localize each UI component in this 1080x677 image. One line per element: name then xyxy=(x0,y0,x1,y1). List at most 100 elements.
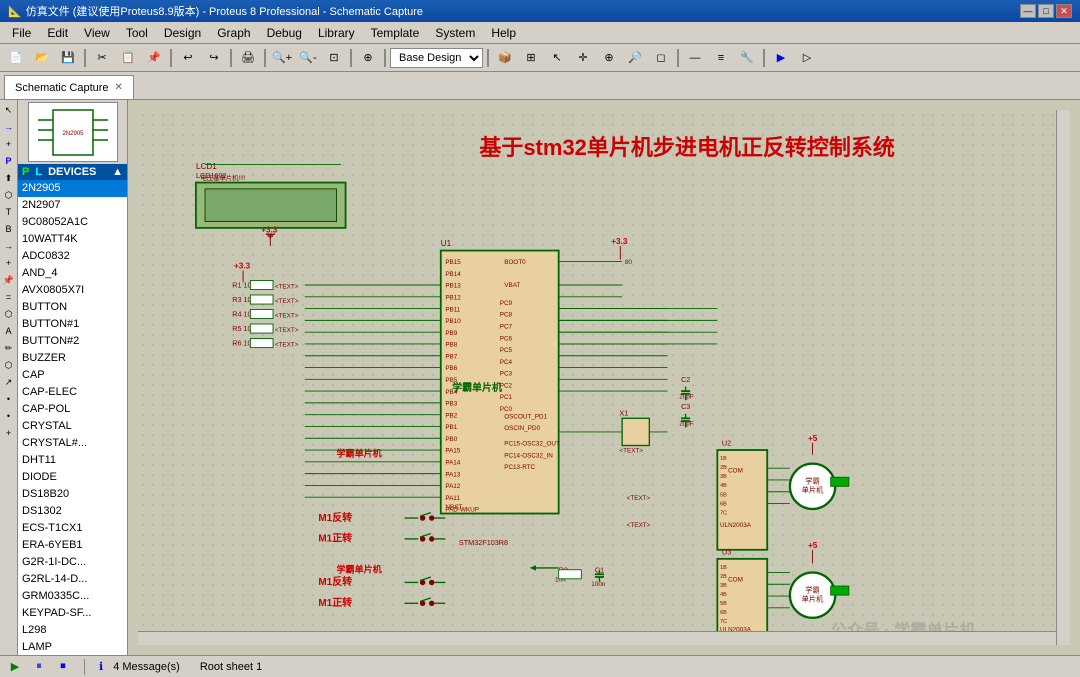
tb-undo[interactable]: ↩ xyxy=(176,47,200,69)
menu-tool[interactable]: Tool xyxy=(118,24,156,42)
device-item-10w[interactable]: 10WATT4K xyxy=(18,231,127,248)
tb-zoom-out[interactable]: 🔍- xyxy=(296,47,320,69)
menu-library[interactable]: Library xyxy=(310,24,363,42)
tb-nav[interactable]: ⊕ xyxy=(597,47,621,69)
device-item-g2rl[interactable]: G2RL-14-D... xyxy=(18,571,127,588)
tb-search[interactable]: 🔎 xyxy=(623,47,647,69)
lt-annot[interactable]: A xyxy=(1,323,17,339)
device-item-diode[interactable]: DIODE xyxy=(18,469,127,486)
lt-bus[interactable]: B xyxy=(1,221,17,237)
menu-help[interactable]: Help xyxy=(483,24,524,42)
device-item-9c[interactable]: 9C08052A1C xyxy=(18,214,127,231)
tb-copy[interactable]: 📋 xyxy=(116,47,140,69)
tb-zoom-area[interactable]: ◻ xyxy=(649,47,673,69)
tb-run[interactable]: ▷ xyxy=(795,47,819,69)
device-item-button2[interactable]: BUTTON#2 xyxy=(18,333,127,350)
menu-system[interactable]: System xyxy=(427,24,483,42)
device-item-ds18[interactable]: DS18B20 xyxy=(18,486,127,503)
lt-select[interactable]: ↖ xyxy=(1,102,17,118)
lt-wire[interactable]: → xyxy=(1,238,17,254)
lt-dot2[interactable]: • xyxy=(1,408,17,424)
lt-net[interactable]: ⬡ xyxy=(1,306,17,322)
lt-resistor[interactable]: = xyxy=(1,289,17,305)
device-item-cap-elec[interactable]: CAP-ELEC xyxy=(18,384,127,401)
device-item-2n2907[interactable]: 2N2907 xyxy=(18,197,127,214)
lt-cross2[interactable]: + xyxy=(1,425,17,441)
device-item-cap-pol[interactable]: CAP-POL xyxy=(18,401,127,418)
maximize-button[interactable]: □ xyxy=(1038,4,1054,18)
tb-bus[interactable]: ≡ xyxy=(709,47,733,69)
device-item-avx[interactable]: AVX0805X7I xyxy=(18,282,127,299)
minimize-button[interactable]: — xyxy=(1020,4,1036,18)
device-scroll-up[interactable]: ▲ xyxy=(112,166,123,178)
lt-label[interactable]: ⬆ xyxy=(1,170,17,186)
tb-print[interactable]: 🖨 xyxy=(236,47,260,69)
pause-button[interactable]: ⏸ xyxy=(32,660,46,674)
design-dropdown[interactable]: Base Design xyxy=(390,48,483,68)
lt-arrow2[interactable]: ↗ xyxy=(1,374,17,390)
tb-origin[interactable]: ⊕ xyxy=(356,47,380,69)
device-item-dht11[interactable]: DHT11 xyxy=(18,452,127,469)
play-button[interactable]: ▶ xyxy=(8,660,22,674)
tb-cut[interactable]: ✂ xyxy=(90,47,114,69)
tb-wire[interactable]: — xyxy=(683,47,707,69)
device-item-button1[interactable]: BUTTON#1 xyxy=(18,316,127,333)
tb-zoom-in[interactable]: 🔍+ xyxy=(270,47,294,69)
device-item-lamp[interactable]: LAMP xyxy=(18,639,127,655)
tab-close-icon[interactable]: ✕ xyxy=(115,82,123,93)
menu-design[interactable]: Design xyxy=(156,24,209,42)
menu-file[interactable]: File xyxy=(4,24,39,42)
menu-edit[interactable]: Edit xyxy=(39,24,76,42)
tb-arrow[interactable]: ↖ xyxy=(545,47,569,69)
device-item-g2r1i[interactable]: G2R-1I-DC... xyxy=(18,554,127,571)
tb-comp[interactable]: 🔧 xyxy=(735,47,759,69)
device-item-ds1302[interactable]: DS1302 xyxy=(18,503,127,520)
lt-power[interactable]: P xyxy=(1,153,17,169)
device-item-keypad[interactable]: KEYPAD-SF... xyxy=(18,605,127,622)
svg-text:PC0: PC0 xyxy=(500,406,513,413)
lt-cross[interactable]: + xyxy=(1,255,17,271)
menu-template[interactable]: Template xyxy=(363,24,428,42)
svg-text:PC3: PC3 xyxy=(500,371,513,378)
device-item-l298[interactable]: L298 xyxy=(18,622,127,639)
tb-simulate[interactable]: ▶ xyxy=(769,47,793,69)
lt-text[interactable]: T xyxy=(1,204,17,220)
device-item-and[interactable]: AND_4 xyxy=(18,265,127,282)
device-item-crystal[interactable]: CRYSTAL xyxy=(18,418,127,435)
lt-draw[interactable]: ✏ xyxy=(1,340,17,356)
tb-open[interactable]: 📂 xyxy=(30,47,54,69)
tb-zoom-fit[interactable]: ⊡ xyxy=(322,47,346,69)
tb-paste[interactable]: 📌 xyxy=(142,47,166,69)
device-item-grm[interactable]: GRM0335C... xyxy=(18,588,127,605)
schematic-canvas[interactable]: 基于stm32单片机步进电机正反转控制系统 LCD1 LCD1602 电压基单片… xyxy=(138,110,1070,645)
svg-text:<TEXT>: <TEXT> xyxy=(275,298,299,305)
device-item-crystal2[interactable]: CRYSTAL#... xyxy=(18,435,127,452)
tb-add-hw[interactable]: 📦 xyxy=(493,47,517,69)
tb-grid[interactable]: ⊞ xyxy=(519,47,543,69)
lt-dot1[interactable]: • xyxy=(1,391,17,407)
device-item-cap[interactable]: CAP xyxy=(18,367,127,384)
tb-save[interactable]: 💾 xyxy=(56,47,80,69)
lt-shape[interactable]: ⬡ xyxy=(1,357,17,373)
menu-graph[interactable]: Graph xyxy=(209,24,258,42)
tb-new[interactable]: 📄 xyxy=(4,47,28,69)
device-item-ecs[interactable]: ECS-T1CX1 xyxy=(18,520,127,537)
tb-redo[interactable]: ↪ xyxy=(202,47,226,69)
menu-debug[interactable]: Debug xyxy=(259,24,310,42)
lt-junction[interactable]: + xyxy=(1,136,17,152)
lt-component[interactable]: → xyxy=(1,119,17,135)
device-item-era[interactable]: ERA-6YEB1 xyxy=(18,537,127,554)
lt-port[interactable]: ⬡ xyxy=(1,187,17,203)
close-button[interactable]: ✕ xyxy=(1056,4,1072,18)
stop-button[interactable]: ⏹ xyxy=(56,660,70,674)
lt-pin[interactable]: 📌 xyxy=(1,272,17,288)
device-item-button[interactable]: BUTTON xyxy=(18,299,127,316)
scrollbar-vertical[interactable] xyxy=(1056,110,1070,645)
device-item-buzzer[interactable]: BUZZER xyxy=(18,350,127,367)
menu-view[interactable]: View xyxy=(76,24,118,42)
tb-move[interactable]: ✛ xyxy=(571,47,595,69)
tab-schematic[interactable]: Schematic Capture ✕ xyxy=(4,75,134,99)
device-item-2n2905[interactable]: 2N2905 xyxy=(18,180,127,197)
device-item-adc[interactable]: ADC0832 xyxy=(18,248,127,265)
scrollbar-horizontal[interactable] xyxy=(138,631,1056,645)
